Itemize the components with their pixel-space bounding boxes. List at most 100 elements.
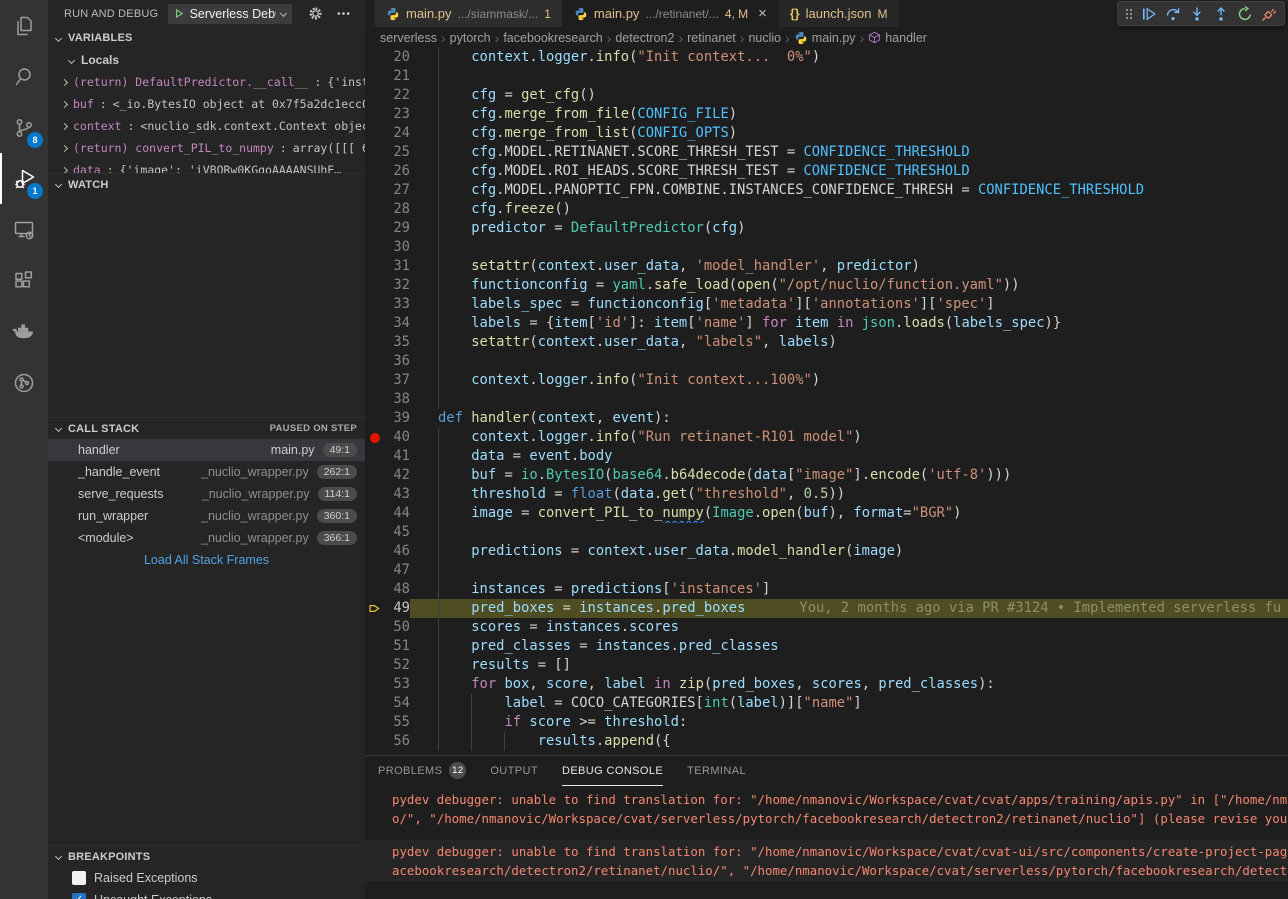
gutter-margin[interactable]: [365, 257, 386, 276]
code-line-content[interactable]: setattr(context.user_data, "labels", lab…: [410, 333, 1288, 352]
line-number[interactable]: 42: [386, 466, 410, 485]
code-line-content[interactable]: setattr(context.user_data, 'model_handle…: [410, 257, 1288, 276]
code-line-content[interactable]: cfg.merge_from_list(CONFIG_OPTS): [410, 124, 1288, 143]
stack-frame-row[interactable]: handlermain.py49:1: [48, 439, 365, 461]
more-actions-button[interactable]: [336, 6, 351, 21]
gutter-margin[interactable]: [365, 390, 386, 409]
breakpoint-row[interactable]: Raised Exceptions: [48, 867, 365, 889]
gutter-margin[interactable]: [365, 86, 386, 105]
variable-row[interactable]: buf:<_io.BytesIO object at 0x7f5a2dc1ecc…: [48, 93, 365, 115]
gutter-margin[interactable]: [365, 314, 386, 333]
gutter-margin[interactable]: [365, 219, 386, 238]
gutter-margin[interactable]: [365, 181, 386, 200]
line-number[interactable]: 51: [386, 637, 410, 656]
code-line-content[interactable]: [410, 238, 1288, 257]
code-line-content[interactable]: buf = io.BytesIO(base64.b64decode(data["…: [410, 466, 1288, 485]
gutter-margin[interactable]: [365, 295, 386, 314]
code-line-content[interactable]: cfg.MODEL.RETINANET.SCORE_THRESH_TEST = …: [410, 143, 1288, 162]
code-line-content[interactable]: [410, 561, 1288, 580]
variable-row[interactable]: data:{'image': 'iVBORw0KGgoAAAANSUhE…: [48, 159, 365, 173]
variables-section-header[interactable]: VARIABLES: [48, 27, 365, 49]
gutter-margin[interactable]: [365, 466, 386, 485]
variable-row[interactable]: (return) convert_PIL_to_numpy:array([[[ …: [48, 137, 365, 159]
line-number[interactable]: 53: [386, 675, 410, 694]
watch-section-header[interactable]: WATCH: [48, 173, 365, 195]
activity-item-extensions[interactable]: [0, 255, 48, 306]
close-icon[interactable]: ×: [758, 5, 767, 22]
debug-console-output[interactable]: pydev debugger: unable to find translati…: [365, 786, 1288, 882]
line-number[interactable]: 25: [386, 143, 410, 162]
activity-item-remote-explorer[interactable]: [0, 204, 48, 255]
line-number[interactable]: 23: [386, 105, 410, 124]
code-line-content[interactable]: cfg.MODEL.PANOPTIC_FPN.COMBINE.INSTANCES…: [410, 181, 1288, 200]
line-number[interactable]: 20: [386, 48, 410, 67]
code-line-content[interactable]: cfg.MODEL.ROI_HEADS.SCORE_THRESH_TEST = …: [410, 162, 1288, 181]
breadcrumb-item-pytorch[interactable]: pytorch: [450, 31, 491, 45]
gutter-margin[interactable]: [365, 409, 386, 428]
breadcrumb-item-serverless[interactable]: serverless: [380, 31, 437, 45]
gutter-margin[interactable]: [365, 162, 386, 181]
line-number[interactable]: 40: [386, 428, 410, 447]
code-line-content[interactable]: predictions = context.user_data.model_ha…: [410, 542, 1288, 561]
gutter-margin[interactable]: [365, 599, 386, 618]
breadcrumb-item-main.py[interactable]: main.py: [794, 31, 856, 45]
code-line-content[interactable]: context.logger.info("Init context... 0%"…: [410, 48, 1288, 67]
gutter-margin[interactable]: [365, 656, 386, 675]
line-number[interactable]: 33: [386, 295, 410, 314]
line-number[interactable]: 43: [386, 485, 410, 504]
gutter-margin[interactable]: [365, 637, 386, 656]
line-number[interactable]: 28: [386, 200, 410, 219]
activity-item-test-explorer[interactable]: [0, 357, 48, 408]
code-line-content[interactable]: threshold = float(data.get("threshold", …: [410, 485, 1288, 504]
gutter-margin[interactable]: [365, 333, 386, 352]
breadcrumb-item-facebookresearch[interactable]: facebookresearch: [503, 31, 602, 45]
breadcrumb-item-detectron2[interactable]: detectron2: [615, 31, 674, 45]
code-line-content[interactable]: pred_classes = instances.pred_classes: [410, 637, 1288, 656]
code-line-content[interactable]: labels_spec = functionconfig['metadata']…: [410, 295, 1288, 314]
line-number[interactable]: 34: [386, 314, 410, 333]
gutter-margin[interactable]: [365, 428, 386, 447]
line-number[interactable]: 41: [386, 447, 410, 466]
code-line-content[interactable]: if score >= threshold:: [410, 713, 1288, 732]
gutter-margin[interactable]: [365, 48, 386, 67]
code-line-content[interactable]: functionconfig = yaml.safe_load(open("/o…: [410, 276, 1288, 295]
continue-button[interactable]: [1137, 2, 1161, 25]
stack-frame-row[interactable]: _handle_event_nuclio_wrapper.py262:1: [48, 461, 365, 483]
locals-scope[interactable]: Locals: [48, 49, 365, 71]
line-number[interactable]: 36: [386, 352, 410, 371]
activity-item-explorer[interactable]: [0, 0, 48, 51]
disconnect-button[interactable]: [1257, 2, 1281, 25]
activity-item-docker[interactable]: [0, 306, 48, 357]
gutter-margin[interactable]: [365, 675, 386, 694]
code-line-content[interactable]: [410, 67, 1288, 86]
stack-frame-row[interactable]: serve_requests_nuclio_wrapper.py114:1: [48, 483, 365, 505]
gutter-margin[interactable]: [365, 694, 386, 713]
variable-row[interactable]: (return) DefaultPredictor.__call__:{'ins…: [48, 71, 365, 93]
tab-launch.json[interactable]: {}launch.jsonM: [779, 0, 899, 27]
code-line-content[interactable]: [410, 352, 1288, 371]
restart-button[interactable]: [1233, 2, 1257, 25]
panel-tab-debug-console[interactable]: DEBUG CONSOLE: [562, 756, 663, 786]
line-number[interactable]: 44: [386, 504, 410, 523]
tab-main.py.../retinanet/...[interactable]: main.py.../retinanet/...4, M×: [563, 0, 778, 27]
line-number[interactable]: 37: [386, 371, 410, 390]
line-number[interactable]: 30: [386, 238, 410, 257]
gutter-margin[interactable]: [365, 561, 386, 580]
line-number[interactable]: 49: [386, 599, 410, 618]
checkbox-checked[interactable]: ✓: [72, 893, 86, 899]
gutter-margin[interactable]: [365, 124, 386, 143]
code-line-content[interactable]: for box, score, label in zip(pred_boxes,…: [410, 675, 1288, 694]
tab-main.py.../siammask/...[interactable]: main.py.../siammask/...1: [375, 0, 562, 27]
line-number[interactable]: 35: [386, 333, 410, 352]
gutter-margin[interactable]: [365, 542, 386, 561]
activity-item-source-control[interactable]: 8: [0, 102, 48, 153]
console-message-block[interactable]: pydev debugger: unable to find translati…: [392, 790, 1288, 828]
panel-tab-problems[interactable]: PROBLEMS12: [378, 756, 466, 786]
debug-settings-button[interactable]: [308, 6, 323, 21]
code-line-content[interactable]: label = COCO_CATEGORIES[int(label)]["nam…: [410, 694, 1288, 713]
code-line-content[interactable]: cfg.merge_from_file(CONFIG_FILE): [410, 105, 1288, 124]
line-number[interactable]: 56: [386, 732, 410, 751]
gutter-margin[interactable]: [365, 67, 386, 86]
gutter-margin[interactable]: [365, 447, 386, 466]
debug-config-dropdown[interactable]: Serverless Debu: [168, 4, 292, 24]
